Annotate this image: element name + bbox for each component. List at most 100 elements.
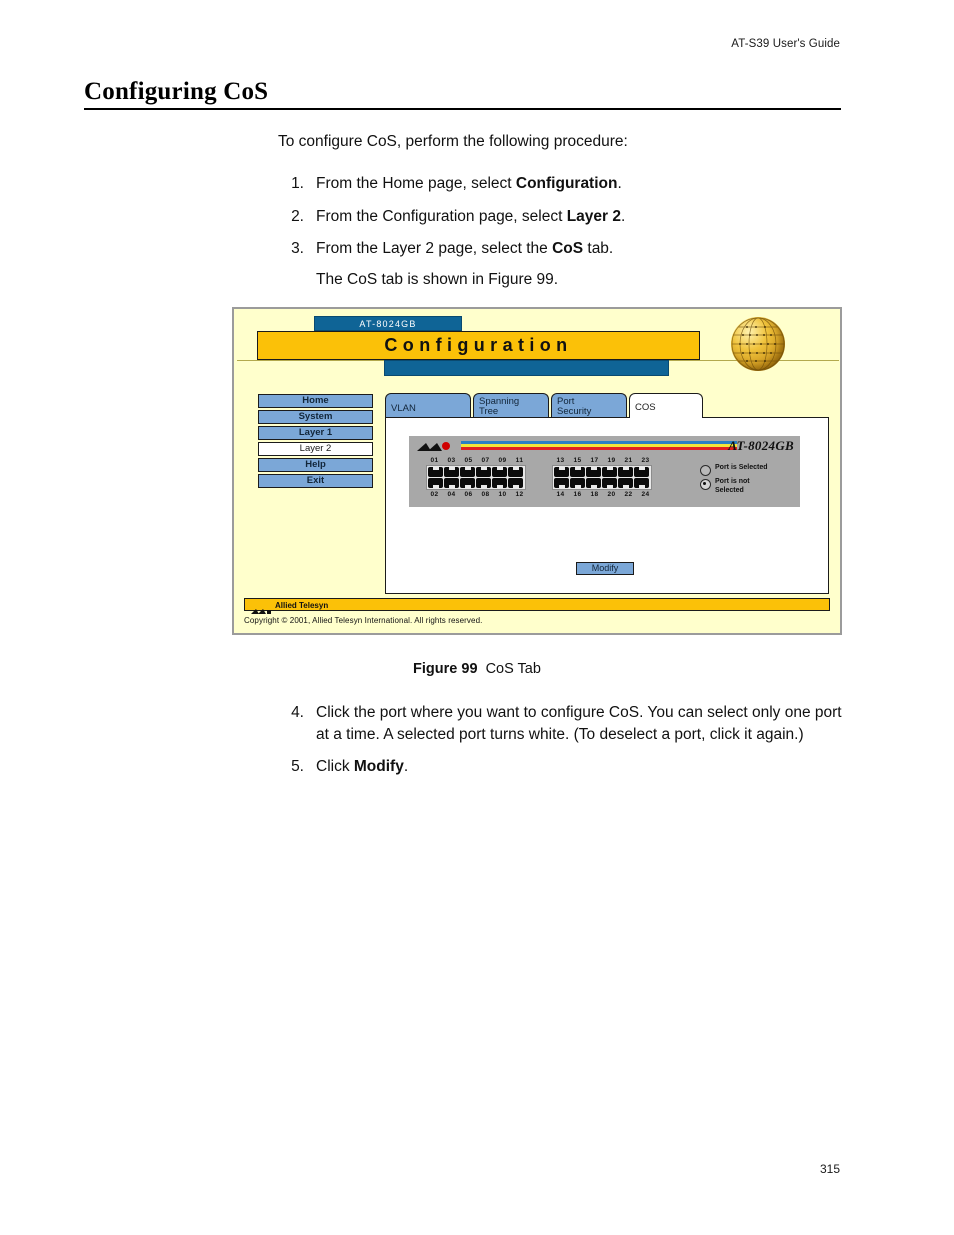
tab-port-security[interactable]: Port Security xyxy=(551,393,627,418)
port-column[interactable] xyxy=(492,467,508,488)
page-number: 315 xyxy=(819,1162,840,1176)
port-jack-21[interactable] xyxy=(618,467,633,477)
port-jack-05[interactable] xyxy=(460,467,475,477)
port-numbers-top-left: 01 03 05 07 09 11 xyxy=(426,457,528,464)
allied-telesyn-footer-logo-icon xyxy=(251,602,272,614)
port-jack-04[interactable] xyxy=(444,478,459,488)
radio-port-is-selected-icon[interactable] xyxy=(700,465,711,476)
port-jack-08[interactable] xyxy=(476,478,491,488)
port-number: 11 xyxy=(515,457,524,464)
port-number: 20 xyxy=(607,491,616,498)
switch-model-label: AT-8024GB xyxy=(728,438,794,453)
port-column[interactable] xyxy=(508,467,524,488)
legend-label-port-is-selected: Port is Selected xyxy=(715,464,768,471)
sidebar-item-help[interactable]: Help xyxy=(258,458,373,472)
port-jack-20[interactable] xyxy=(602,478,617,488)
port-jack-15[interactable] xyxy=(570,467,585,477)
port-jack-12[interactable] xyxy=(508,478,523,488)
port-number: 07 xyxy=(481,457,490,464)
port-jack-24[interactable] xyxy=(634,478,649,488)
port-number: 15 xyxy=(573,457,582,464)
port-jack-19[interactable] xyxy=(602,467,617,477)
port-jack-02[interactable] xyxy=(428,478,443,488)
port-column[interactable] xyxy=(634,467,650,488)
port-jack-16[interactable] xyxy=(570,478,585,488)
port-block-left[interactable] xyxy=(426,465,526,490)
step-text: Click the port where you want to configu… xyxy=(316,704,842,743)
list-item: 5. Click Modify. xyxy=(278,756,848,778)
banner-title: Configuration xyxy=(384,335,573,355)
copyright-notice: Copyright © 2001, Allied Telesyn Interna… xyxy=(244,616,483,625)
step-text: From the Home page, select xyxy=(316,175,516,192)
port-jack-09[interactable] xyxy=(492,467,507,477)
legend-label-line1: Port is not xyxy=(715,478,750,485)
port-number: 17 xyxy=(590,457,599,464)
intro-paragraph: To configure CoS, perform the following … xyxy=(278,133,628,150)
port-number: 04 xyxy=(447,491,456,498)
step-text-tail: . xyxy=(403,758,409,776)
step-text: From the Configuration page, select xyxy=(316,207,567,225)
port-jack-17[interactable] xyxy=(586,467,601,477)
port-jack-10[interactable] xyxy=(492,478,507,488)
port-column[interactable] xyxy=(554,467,570,488)
radio-port-is-not-selected-icon[interactable] xyxy=(700,479,711,490)
port-column[interactable] xyxy=(586,467,602,488)
port-selection-legend: Port is Selected Port is not Selected xyxy=(700,464,792,498)
port-column[interactable] xyxy=(618,467,634,488)
port-number: 14 xyxy=(556,491,565,498)
port-number: 12 xyxy=(515,491,524,498)
step-number: 3. xyxy=(291,240,304,258)
step-substatement: The CoS tab is shown in Figure 99. xyxy=(316,270,559,288)
switch-front-panel-graphic: AT-8024GB 01 03 05 07 09 11 02 04 06 08 … xyxy=(409,436,800,507)
port-column[interactable] xyxy=(460,467,476,488)
list-item: 3. From the Layer 2 page, select the CoS … xyxy=(278,238,848,290)
legend-item-port-is-selected[interactable]: Port is Selected xyxy=(700,464,792,476)
port-number: 01 xyxy=(430,457,439,464)
sidebar-item-home[interactable]: Home xyxy=(258,394,373,408)
port-number: 05 xyxy=(464,457,473,464)
title-underline-rule xyxy=(84,108,841,110)
step-text-tail: . xyxy=(617,175,622,192)
port-column[interactable] xyxy=(602,467,618,488)
modify-button[interactable]: Modify xyxy=(576,562,634,575)
sidebar-item-layer-2[interactable]: Layer 2 xyxy=(258,442,373,456)
figure-caption: Figure 99 CoS Tab xyxy=(0,661,954,677)
port-column[interactable] xyxy=(476,467,492,488)
step-emphasis: Configuration xyxy=(515,175,618,192)
sidebar-item-system[interactable]: System xyxy=(258,410,373,424)
tab-vlan[interactable]: VLAN xyxy=(385,393,471,418)
tab-cos[interactable]: COS xyxy=(629,393,703,418)
list-item: 2. From the Configuration page, select La… xyxy=(278,206,848,228)
port-number: 19 xyxy=(607,457,616,464)
port-number: 22 xyxy=(624,491,633,498)
tab-spanning-tree-label-line2: Tree xyxy=(479,406,499,417)
port-jack-01[interactable] xyxy=(428,467,443,477)
port-number: 08 xyxy=(481,491,490,498)
port-jack-22[interactable] xyxy=(618,478,633,488)
port-jack-07[interactable] xyxy=(476,467,491,477)
port-jack-23[interactable] xyxy=(634,467,649,477)
port-jack-13[interactable] xyxy=(554,467,569,477)
sidebar-item-exit[interactable]: Exit xyxy=(258,474,373,488)
port-jack-06[interactable] xyxy=(460,478,475,488)
footer-brand-name: Allied Telesyn xyxy=(275,601,329,610)
port-column[interactable] xyxy=(428,467,444,488)
page-title: Configuring CoS xyxy=(84,78,269,105)
port-block-right[interactable] xyxy=(552,465,652,490)
legend-item-port-is-not-selected[interactable]: Port is not Selected xyxy=(700,478,792,495)
port-jack-18[interactable] xyxy=(586,478,601,488)
step-text: From the Layer 2 page, select the xyxy=(316,240,553,258)
port-jack-03[interactable] xyxy=(444,467,459,477)
port-column[interactable] xyxy=(570,467,586,488)
port-column[interactable] xyxy=(444,467,460,488)
figure-caption-label: Figure 99 xyxy=(413,661,478,677)
port-jack-11[interactable] xyxy=(508,467,523,477)
port-number: 24 xyxy=(641,491,650,498)
step-emphasis: CoS xyxy=(552,240,584,258)
sidebar-item-layer-1[interactable]: Layer 1 xyxy=(258,426,373,440)
tab-spanning-tree[interactable]: Spanning Tree xyxy=(473,393,549,418)
running-header: AT-S39 User's Guide xyxy=(731,38,840,50)
configuration-banner: Configuration xyxy=(257,331,700,360)
port-jack-14[interactable] xyxy=(554,478,569,488)
switch-color-stripe xyxy=(461,441,737,450)
